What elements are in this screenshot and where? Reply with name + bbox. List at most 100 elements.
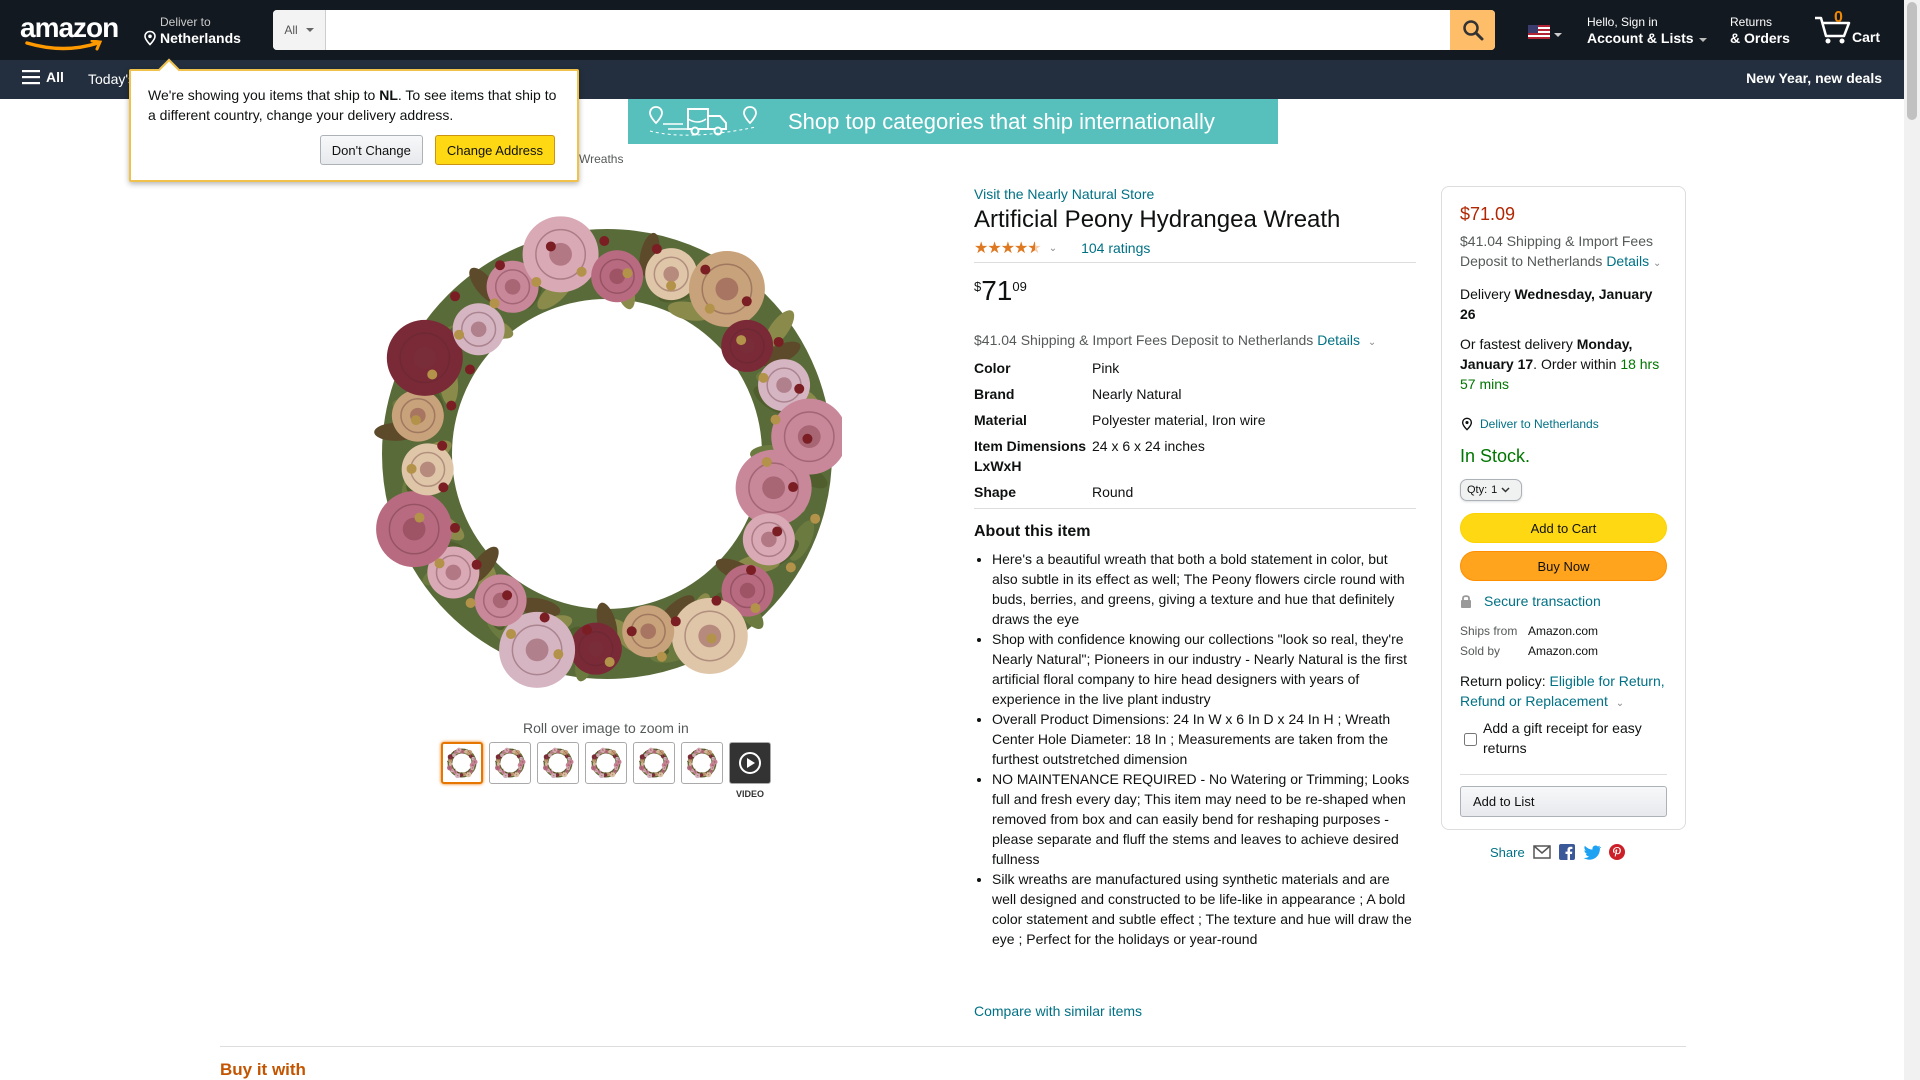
- delivery-truck-icon: [628, 99, 768, 144]
- attribute-value: Round: [1092, 484, 1134, 500]
- location-pin-icon: [1461, 417, 1473, 431]
- compare-link[interactable]: Compare with similar items: [974, 1003, 1142, 1019]
- price: $71 09: [974, 275, 1027, 306]
- share-label[interactable]: Share: [1490, 845, 1525, 860]
- add-to-cart-button[interactable]: Add to Cart: [1460, 513, 1667, 543]
- video-thumbnail[interactable]: [729, 742, 771, 784]
- account-lists-menu[interactable]: Hello, Sign in Account & Lists: [1587, 15, 1707, 47]
- caret-down-icon: [1698, 37, 1707, 42]
- email-icon[interactable]: [1532, 845, 1551, 859]
- image-thumbnail[interactable]: [441, 742, 483, 784]
- stock-status: In Stock.: [1460, 446, 1531, 466]
- top-nav: amazon Deliver to Netherlands All Hello,…: [0, 0, 1904, 60]
- facebook-icon[interactable]: [1558, 844, 1575, 860]
- ratings-link[interactable]: 104 ratings: [1081, 240, 1150, 256]
- attribute-key: Shape: [974, 484, 1017, 500]
- feature-bullet: Shop with confidence knowing our collect…: [992, 629, 1416, 709]
- todays-deals-link[interactable]: Today's: [88, 71, 135, 87]
- return-policy: Return policy: Eligible for Return, Refu…: [1460, 673, 1665, 709]
- cart-count: 0: [1834, 9, 1843, 26]
- search-bar: All: [273, 10, 1495, 50]
- star-rating-icon[interactable]: ★★★★★★: [974, 238, 1042, 258]
- promo-link[interactable]: New Year, new deals: [1746, 70, 1882, 86]
- quantity-select[interactable]: Qty: 1: [1460, 479, 1522, 501]
- gift-receipt-checkbox[interactable]: [1464, 721, 1477, 758]
- feature-bullet: NO MAINTENANCE REQUIRED - No Watering or…: [992, 769, 1416, 869]
- feature-bullet: Overall Product Dimensions: 24 In W x 6 …: [992, 709, 1416, 769]
- add-to-list-section: Add to List: [1460, 774, 1667, 817]
- product-title: Artificial Peony Hydrangea Wreath: [974, 206, 1341, 233]
- attribute-key: Brand: [974, 386, 1015, 402]
- secure-transaction[interactable]: Secure transaction: [1460, 593, 1667, 609]
- chevron-down-icon[interactable]: ⌄: [1653, 258, 1661, 269]
- video-label: VIDEO: [736, 789, 765, 799]
- gift-receipt-option[interactable]: Add a gift receipt for easy returns: [1460, 718, 1667, 758]
- international-shipping-banner[interactable]: Shop top categories that ship internatio…: [628, 99, 1278, 144]
- breadcrumb[interactable]: Wreaths: [579, 152, 623, 166]
- fastest-delivery: Or fastest delivery Monday, January 17. …: [1460, 336, 1660, 392]
- chevron-down-icon: [1501, 487, 1510, 493]
- language-selector[interactable]: [1528, 25, 1562, 39]
- image-thumbnail[interactable]: [681, 742, 723, 784]
- attribute-row: Item Dimensions LxWxH 24 x 6 x 24 inches: [974, 436, 1416, 476]
- image-thumbnail[interactable]: [537, 742, 579, 784]
- wreath-thumbnail-image: [686, 747, 718, 779]
- scrollbar-thumb[interactable]: [1907, 2, 1917, 120]
- wreath-image: [374, 216, 848, 688]
- feature-bullet: Silk wreaths are manufactured using synt…: [992, 869, 1416, 949]
- cart-button[interactable]: 0 Cart: [1814, 9, 1884, 50]
- cart-label: Cart: [1852, 29, 1881, 45]
- popover-message: We're showing you items that ship to NL.…: [148, 87, 557, 123]
- hamburger-icon: [22, 70, 40, 85]
- feature-bullets: Here's a beautiful wreath that both a bo…: [974, 549, 1416, 949]
- deliver-to-link[interactable]: Deliver to Netherlands: [1460, 414, 1667, 434]
- amazon-logo[interactable]: amazon: [20, 14, 120, 51]
- deliver-to[interactable]: Deliver to Netherlands: [142, 15, 241, 47]
- delivery-date: Delivery Wednesday, January 26: [1460, 286, 1653, 322]
- change-address-button[interactable]: Change Address: [434, 135, 555, 165]
- wreath-thumbnail-image: [590, 747, 622, 779]
- location-pin-icon: [144, 30, 156, 46]
- attribute-value: Nearly Natural: [1092, 386, 1182, 402]
- search-submit-button[interactable]: [1450, 10, 1495, 50]
- attribute-row: Shape Round: [974, 482, 1416, 502]
- all-menu-button[interactable]: All: [22, 69, 64, 85]
- wreath-thumbnail-image: [446, 747, 478, 779]
- product-info: Visit the Nearly Natural Store Artificia…: [974, 186, 1416, 949]
- lock-icon: [1461, 595, 1471, 608]
- page-scrollbar[interactable]: [1904, 0, 1920, 1080]
- buybox-details-link[interactable]: Details: [1606, 253, 1649, 269]
- image-thumbnail[interactable]: [585, 742, 627, 784]
- add-to-list-button[interactable]: Add to List: [1460, 786, 1667, 817]
- search-input[interactable]: [326, 10, 1450, 50]
- chevron-down-icon[interactable]: ⌄: [1049, 243, 1057, 254]
- attribute-key: Item Dimensions LxWxH: [974, 438, 1087, 474]
- pinterest-icon[interactable]: [1608, 844, 1625, 860]
- rating-row: ★★★★★★ ⌄ 104 ratings: [974, 238, 1416, 263]
- wreath-thumbnail-image: [542, 747, 574, 779]
- buy-now-button[interactable]: Buy Now: [1460, 551, 1667, 581]
- attribute-row: Material Polyester material, Iron wire: [974, 410, 1416, 430]
- image-thumbnail[interactable]: [633, 742, 675, 784]
- caret-down-icon: [305, 28, 314, 32]
- share-bar: Share: [1490, 844, 1625, 860]
- buy-box: $71.09 $41.04 Shipping & Import Fees Dep…: [1441, 186, 1686, 830]
- dont-change-button[interactable]: Don't Change: [319, 135, 423, 165]
- returns-orders-link[interactable]: Returns & Orders: [1730, 15, 1790, 47]
- search-category-select[interactable]: All: [273, 10, 326, 50]
- shipping-fee-line: $41.04 Shipping & Import Fees Deposit to…: [974, 332, 1377, 348]
- chevron-down-icon[interactable]: ⌄: [1616, 698, 1624, 709]
- zoom-hint: Roll over image to zoom in: [523, 720, 689, 736]
- chevron-down-icon[interactable]: ⌄: [1368, 337, 1376, 348]
- twitter-icon[interactable]: [1583, 845, 1601, 860]
- image-thumbnail[interactable]: [489, 742, 531, 784]
- wreath-thumbnail-image: [638, 747, 670, 779]
- store-link[interactable]: Visit the Nearly Natural Store: [974, 186, 1416, 202]
- attribute-key: Color: [974, 360, 1011, 376]
- caret-down-icon: [1554, 33, 1562, 37]
- product-main-image[interactable]: [372, 186, 848, 718]
- details-link[interactable]: Details: [1317, 332, 1360, 348]
- wreath-thumbnail-image: [494, 747, 526, 779]
- delivery-popover: We're showing you items that ship to NL.…: [129, 69, 579, 182]
- search-icon: [1462, 20, 1483, 41]
